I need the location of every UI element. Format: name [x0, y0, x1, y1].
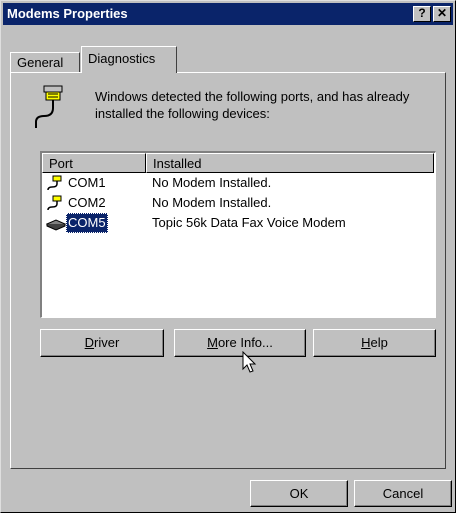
serial-port-icon — [32, 84, 72, 130]
list-row[interactable]: COM2 No Modem Installed. — [42, 193, 435, 213]
list-row[interactable]: COM1 No Modem Installed. — [42, 173, 435, 193]
mouse-pointer-icon — [242, 350, 258, 375]
cancel-button[interactable]: Cancel — [354, 480, 452, 507]
installed-device: Topic 56k Data Fax Voice Modem — [152, 215, 346, 230]
window-title: Modems Properties — [7, 6, 128, 21]
port-name: COM1 — [68, 175, 106, 190]
installed-device: No Modem Installed. — [152, 175, 272, 190]
modem-icon — [45, 215, 67, 231]
ports-list[interactable]: Port Installed COM1 No Modem Installed. … — [40, 151, 436, 318]
serial-port-icon — [46, 175, 64, 191]
port-name: COM2 — [68, 195, 106, 210]
column-header-port[interactable]: Port — [42, 153, 146, 173]
serial-port-icon — [46, 195, 64, 211]
help-button[interactable]: ? — [413, 6, 431, 22]
column-header-installed[interactable]: Installed — [146, 153, 434, 173]
list-row-selected[interactable]: COM5 Topic 56k Data Fax Voice Modem — [42, 213, 435, 233]
tab-diagnostics[interactable]: Diagnostics — [81, 46, 177, 73]
ok-button[interactable]: OK — [250, 480, 348, 507]
title-bar[interactable]: Modems Properties ? ✕ — [3, 3, 453, 25]
installed-device: No Modem Installed. — [152, 195, 272, 210]
driver-button[interactable]: Driver — [40, 329, 164, 357]
help-dialog-button[interactable]: Help — [313, 329, 436, 357]
close-button[interactable]: ✕ — [433, 6, 451, 22]
ports-message: Windows detected the following ports, an… — [95, 89, 410, 121]
tab-general[interactable]: General — [10, 52, 80, 72]
close-icon: ✕ — [436, 6, 448, 20]
more-info-button[interactable]: More Info... — [174, 329, 306, 357]
port-name: COM5 — [66, 213, 108, 233]
